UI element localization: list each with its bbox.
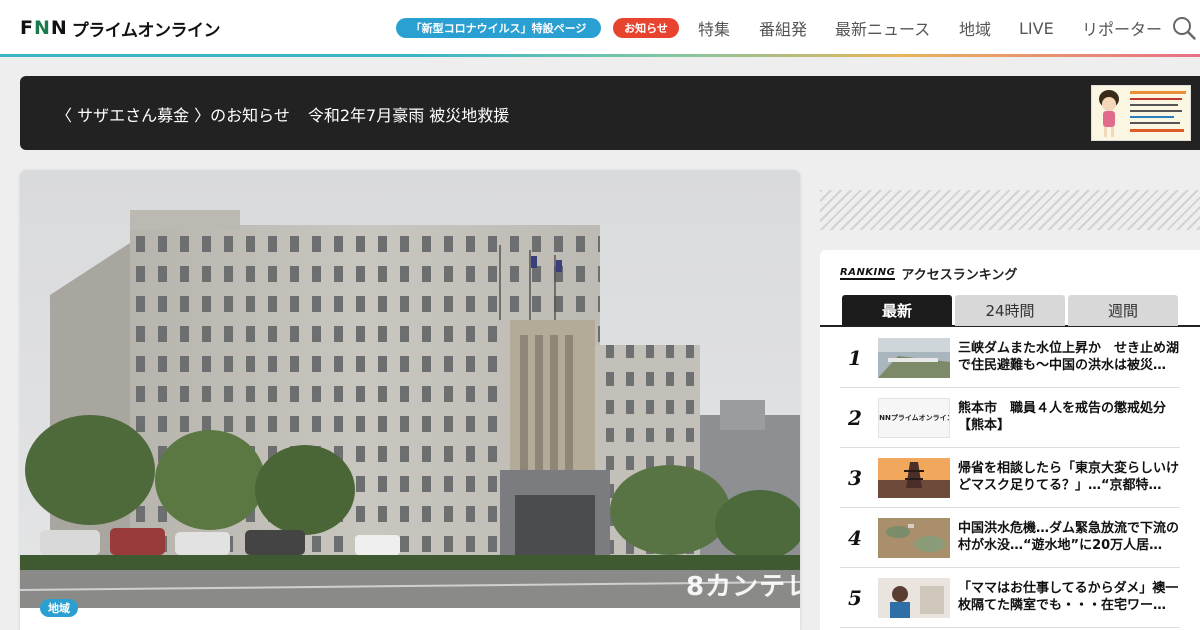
ranking-tabs: 最新 24時間 週間 <box>820 295 1200 327</box>
header-accent-line <box>0 54 1200 57</box>
ranking-label-ja: アクセスランキング <box>901 267 1018 283</box>
banner-subtitle: 令和2年7月豪雨 被災地救援 <box>307 106 510 125</box>
ranking-thumbnail <box>878 518 950 558</box>
sazae-fund-banner[interactable]: 〈 サザエさん募金 〉のお知らせ 令和2年7月豪雨 被災地救援 <box>20 76 1200 150</box>
tab-weekly[interactable]: 週間 <box>1068 295 1178 326</box>
tab-24h[interactable]: 24時間 <box>955 295 1065 326</box>
nav-region[interactable]: 地域 <box>959 18 991 39</box>
ranking-item[interactable]: 2 FNNプライムオンライン 熊本市 職員４人を戒告の懲戒処分【熊本】 <box>840 388 1180 448</box>
tab-latest[interactable]: 最新 <box>842 295 952 326</box>
nav-live[interactable]: LIVE <box>1019 18 1054 38</box>
notice-link[interactable]: お知らせ <box>613 18 679 38</box>
rank-number: 3 <box>848 466 862 490</box>
ranking-item[interactable]: 3 帰省を相談したら「東京大変らしいけどマスク足りてる？」…“京都特… <box>840 448 1180 508</box>
ranking-title: 中国洪水危機…ダム緊急放流で下流の村が水没…“遊水地”に20万人居… <box>958 521 1180 553</box>
ranking-thumbnail <box>878 578 950 618</box>
ranking-item[interactable]: 4 中国洪水危機…ダム緊急放流で下流の村が水没…“遊水地”に20万人居… <box>840 508 1180 568</box>
nav-reporter[interactable]: リポーター <box>1082 18 1162 39</box>
ranking-title: 「ママはお仕事してるからダメ」襖一枚隔てた隣室でも・・・在宅ワー… <box>958 581 1179 613</box>
banner-text: 〈 サザエさん募金 〉のお知らせ 令和2年7月豪雨 被災地救援 <box>56 102 509 126</box>
site-header: FNN プライムオンライン 「新型コロナウイルス」特設ページ お知らせ 特集 番… <box>0 0 1200 54</box>
article-hero-image <box>20 170 800 608</box>
nav-programs[interactable]: 番組発 <box>759 18 807 39</box>
ranking-title: 三峡ダムまた水位上昇か せき止め湖で住民避難も～中国の洪水は被災… <box>958 341 1180 373</box>
site-logo[interactable]: FNN プライムオンライン <box>20 16 221 41</box>
thumb-line <box>1130 116 1174 118</box>
ranking-title: 帰省を相談したら「東京大変らしいけどマスク足りてる？」…“京都特… <box>958 461 1180 493</box>
covid-special-page-link[interactable]: 「新型コロナウイルス」特設ページ <box>396 18 601 38</box>
thumb-line <box>1130 104 1178 106</box>
featured-article-card[interactable]: 8カンテレ 地域 <box>20 170 800 630</box>
access-ranking-panel: RANKING アクセスランキング 最新 24時間 週間 1 三峡ダムまた水位上… <box>820 250 1200 630</box>
rank-number: 5 <box>848 586 862 610</box>
thumb-line <box>1130 122 1180 124</box>
nav-latest-news[interactable]: 最新ニュース <box>835 18 930 39</box>
ranking-thumbnail: FNNプライムオンライン <box>878 398 950 438</box>
sazae-character-image <box>1099 90 1119 137</box>
banner-thumbnail <box>1091 85 1191 141</box>
broadcaster-watermark: 8カンテレ <box>686 572 800 602</box>
region-tag[interactable]: 地域 <box>40 599 78 617</box>
search-icon[interactable] <box>1172 16 1196 40</box>
banner-title: 〈 サザエさん募金 〉のお知らせ <box>56 106 290 125</box>
ranking-item[interactable]: 1 三峡ダムまた水位上昇か せき止め湖で住民避難も～中国の洪水は被災… <box>840 328 1180 388</box>
thumb-line <box>1130 110 1182 112</box>
thumb-line <box>1130 129 1184 132</box>
logo-text: プライムオンライン <box>71 20 221 41</box>
ranking-title: 熊本市 職員４人を戒告の懲戒処分【熊本】 <box>958 401 1167 433</box>
ranking-thumbnail <box>878 458 950 498</box>
ranking-item[interactable]: 5 「ママはお仕事してるからダメ」襖一枚隔てた隣室でも・・・在宅ワー… <box>840 568 1180 628</box>
logo-mark: FNN <box>20 17 68 39</box>
thumb-line <box>1130 91 1186 94</box>
ranking-label-en: RANKING <box>840 266 896 280</box>
ranking-heading: RANKING アクセスランキング <box>840 264 1018 283</box>
rank-number: 4 <box>848 526 862 550</box>
nav-features[interactable]: 特集 <box>698 18 730 39</box>
thumb-line <box>1130 98 1182 100</box>
ad-placeholder <box>820 190 1200 230</box>
rank-number: 1 <box>848 346 862 370</box>
rank-number: 2 <box>848 406 862 430</box>
ranking-thumbnail <box>878 338 950 378</box>
